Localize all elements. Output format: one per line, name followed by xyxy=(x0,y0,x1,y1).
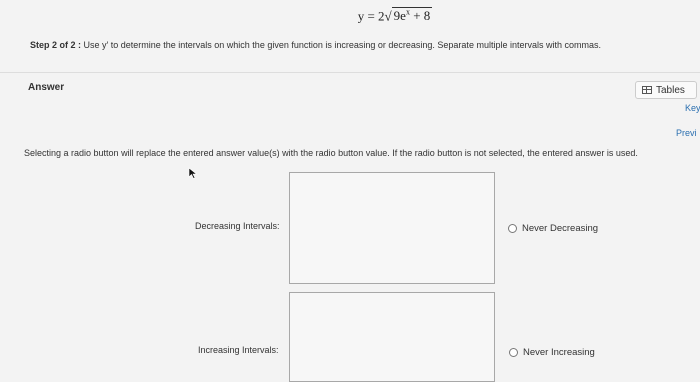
decreasing-intervals-label: Decreasing Intervals: xyxy=(195,221,280,231)
increasing-intervals-label: Increasing Intervals: xyxy=(198,345,279,355)
never-decreasing-option[interactable]: Never Decreasing xyxy=(508,223,598,234)
never-decreasing-label: Never Decreasing xyxy=(522,223,599,234)
mouse-cursor-icon xyxy=(188,167,198,179)
step-text-after: to determine the intervals on which the … xyxy=(108,40,601,50)
keypad-link[interactable]: Key xyxy=(685,103,700,113)
never-decreasing-radio[interactable] xyxy=(508,224,517,233)
table-icon xyxy=(642,86,652,94)
never-increasing-option[interactable]: Never Increasing xyxy=(509,347,595,358)
tables-button-label: Tables xyxy=(656,84,685,96)
equation-tail: + 8 xyxy=(409,8,431,24)
answer-heading: Answer xyxy=(28,82,65,93)
equation-lhs: y = 2 xyxy=(357,8,385,24)
preview-link[interactable]: Previ xyxy=(676,128,697,138)
step-text-before: Use y xyxy=(83,40,107,50)
tables-button[interactable]: Tables xyxy=(635,81,697,99)
function-equation: y = 2√ 9ex + 8 xyxy=(0,7,700,24)
increasing-intervals-input[interactable] xyxy=(289,292,495,382)
section-divider xyxy=(0,72,700,73)
decreasing-intervals-input[interactable] xyxy=(289,172,495,284)
step-label: Step 2 of 2 : xyxy=(30,40,82,50)
equation-radicand: 9e xyxy=(393,8,406,24)
radio-instructions: Selecting a radio button will replace th… xyxy=(24,148,638,158)
square-root: √ 9ex + 8 xyxy=(384,7,433,24)
never-increasing-label: Never Increasing xyxy=(523,347,595,358)
step-instructions: Step 2 of 2 : Use y′ to determine the in… xyxy=(30,40,601,50)
never-increasing-radio[interactable] xyxy=(509,348,518,357)
